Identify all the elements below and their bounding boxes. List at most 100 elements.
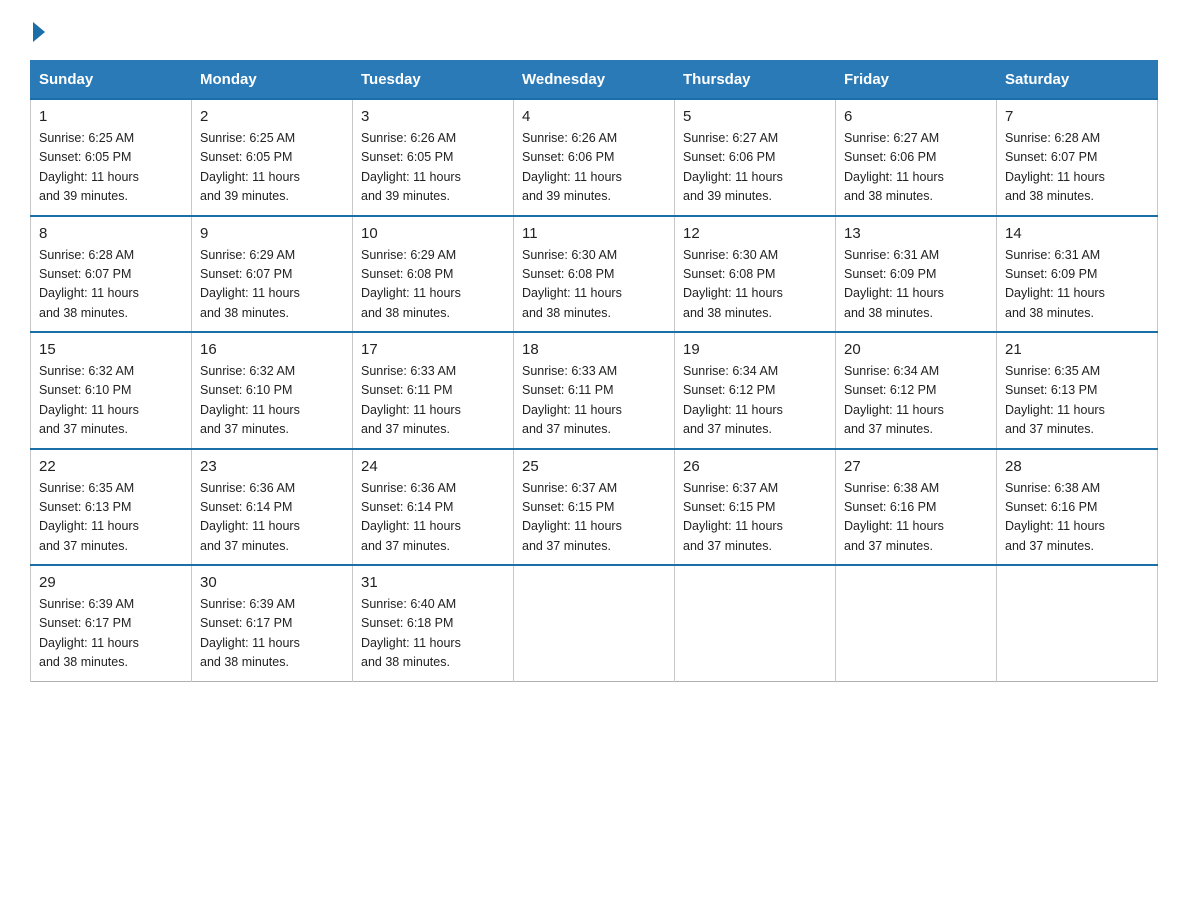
day-info: Sunrise: 6:27 AMSunset: 6:06 PMDaylight:… xyxy=(844,129,988,207)
calendar-cell: 27 Sunrise: 6:38 AMSunset: 6:16 PMDaylig… xyxy=(836,449,997,566)
calendar-cell: 19 Sunrise: 6:34 AMSunset: 6:12 PMDaylig… xyxy=(675,332,836,449)
calendar-cell: 28 Sunrise: 6:38 AMSunset: 6:16 PMDaylig… xyxy=(997,449,1158,566)
day-number: 2 xyxy=(200,108,344,125)
day-info: Sunrise: 6:40 AMSunset: 6:18 PMDaylight:… xyxy=(361,595,505,673)
day-number: 19 xyxy=(683,341,827,358)
day-number: 28 xyxy=(1005,458,1149,475)
calendar-cell: 10 Sunrise: 6:29 AMSunset: 6:08 PMDaylig… xyxy=(353,216,514,333)
header-wednesday: Wednesday xyxy=(514,61,675,100)
calendar-cell: 30 Sunrise: 6:39 AMSunset: 6:17 PMDaylig… xyxy=(192,565,353,681)
logo xyxy=(30,20,45,42)
day-info: Sunrise: 6:35 AMSunset: 6:13 PMDaylight:… xyxy=(39,479,183,557)
day-info: Sunrise: 6:33 AMSunset: 6:11 PMDaylight:… xyxy=(522,362,666,440)
day-info: Sunrise: 6:39 AMSunset: 6:17 PMDaylight:… xyxy=(200,595,344,673)
calendar-cell: 20 Sunrise: 6:34 AMSunset: 6:12 PMDaylig… xyxy=(836,332,997,449)
calendar-cell: 15 Sunrise: 6:32 AMSunset: 6:10 PMDaylig… xyxy=(31,332,192,449)
day-number: 31 xyxy=(361,574,505,591)
calendar-cell: 2 Sunrise: 6:25 AMSunset: 6:05 PMDayligh… xyxy=(192,99,353,216)
calendar-cell: 9 Sunrise: 6:29 AMSunset: 6:07 PMDayligh… xyxy=(192,216,353,333)
day-number: 27 xyxy=(844,458,988,475)
day-number: 10 xyxy=(361,225,505,242)
day-number: 4 xyxy=(522,108,666,125)
day-number: 1 xyxy=(39,108,183,125)
calendar-week-2: 8 Sunrise: 6:28 AMSunset: 6:07 PMDayligh… xyxy=(31,216,1158,333)
calendar-cell: 3 Sunrise: 6:26 AMSunset: 6:05 PMDayligh… xyxy=(353,99,514,216)
day-number: 26 xyxy=(683,458,827,475)
calendar-cell xyxy=(675,565,836,681)
day-number: 15 xyxy=(39,341,183,358)
header-tuesday: Tuesday xyxy=(353,61,514,100)
calendar-cell: 22 Sunrise: 6:35 AMSunset: 6:13 PMDaylig… xyxy=(31,449,192,566)
calendar-cell: 1 Sunrise: 6:25 AMSunset: 6:05 PMDayligh… xyxy=(31,99,192,216)
calendar-cell: 25 Sunrise: 6:37 AMSunset: 6:15 PMDaylig… xyxy=(514,449,675,566)
day-info: Sunrise: 6:26 AMSunset: 6:05 PMDaylight:… xyxy=(361,129,505,207)
day-number: 12 xyxy=(683,225,827,242)
day-number: 25 xyxy=(522,458,666,475)
day-number: 14 xyxy=(1005,225,1149,242)
day-info: Sunrise: 6:37 AMSunset: 6:15 PMDaylight:… xyxy=(522,479,666,557)
calendar-week-3: 15 Sunrise: 6:32 AMSunset: 6:10 PMDaylig… xyxy=(31,332,1158,449)
calendar-cell: 6 Sunrise: 6:27 AMSunset: 6:06 PMDayligh… xyxy=(836,99,997,216)
day-info: Sunrise: 6:37 AMSunset: 6:15 PMDaylight:… xyxy=(683,479,827,557)
day-number: 23 xyxy=(200,458,344,475)
calendar-cell: 21 Sunrise: 6:35 AMSunset: 6:13 PMDaylig… xyxy=(997,332,1158,449)
day-info: Sunrise: 6:32 AMSunset: 6:10 PMDaylight:… xyxy=(39,362,183,440)
calendar-week-1: 1 Sunrise: 6:25 AMSunset: 6:05 PMDayligh… xyxy=(31,99,1158,216)
calendar-cell: 16 Sunrise: 6:32 AMSunset: 6:10 PMDaylig… xyxy=(192,332,353,449)
calendar-cell: 23 Sunrise: 6:36 AMSunset: 6:14 PMDaylig… xyxy=(192,449,353,566)
calendar-cell: 13 Sunrise: 6:31 AMSunset: 6:09 PMDaylig… xyxy=(836,216,997,333)
day-number: 3 xyxy=(361,108,505,125)
calendar-table: SundayMondayTuesdayWednesdayThursdayFrid… xyxy=(30,60,1158,682)
header-monday: Monday xyxy=(192,61,353,100)
day-info: Sunrise: 6:31 AMSunset: 6:09 PMDaylight:… xyxy=(1005,246,1149,324)
day-info: Sunrise: 6:30 AMSunset: 6:08 PMDaylight:… xyxy=(522,246,666,324)
header-thursday: Thursday xyxy=(675,61,836,100)
calendar-cell: 7 Sunrise: 6:28 AMSunset: 6:07 PMDayligh… xyxy=(997,99,1158,216)
day-info: Sunrise: 6:39 AMSunset: 6:17 PMDaylight:… xyxy=(39,595,183,673)
calendar-week-4: 22 Sunrise: 6:35 AMSunset: 6:13 PMDaylig… xyxy=(31,449,1158,566)
day-number: 7 xyxy=(1005,108,1149,125)
day-info: Sunrise: 6:29 AMSunset: 6:07 PMDaylight:… xyxy=(200,246,344,324)
day-number: 29 xyxy=(39,574,183,591)
day-number: 6 xyxy=(844,108,988,125)
calendar-cell xyxy=(836,565,997,681)
day-number: 30 xyxy=(200,574,344,591)
logo-arrow-icon xyxy=(33,22,45,42)
day-number: 21 xyxy=(1005,341,1149,358)
day-number: 17 xyxy=(361,341,505,358)
calendar-cell: 8 Sunrise: 6:28 AMSunset: 6:07 PMDayligh… xyxy=(31,216,192,333)
calendar-cell: 26 Sunrise: 6:37 AMSunset: 6:15 PMDaylig… xyxy=(675,449,836,566)
day-info: Sunrise: 6:28 AMSunset: 6:07 PMDaylight:… xyxy=(39,246,183,324)
day-number: 9 xyxy=(200,225,344,242)
day-info: Sunrise: 6:30 AMSunset: 6:08 PMDaylight:… xyxy=(683,246,827,324)
day-number: 13 xyxy=(844,225,988,242)
calendar-cell: 17 Sunrise: 6:33 AMSunset: 6:11 PMDaylig… xyxy=(353,332,514,449)
day-number: 24 xyxy=(361,458,505,475)
day-info: Sunrise: 6:34 AMSunset: 6:12 PMDaylight:… xyxy=(844,362,988,440)
header-sunday: Sunday xyxy=(31,61,192,100)
day-number: 5 xyxy=(683,108,827,125)
day-info: Sunrise: 6:38 AMSunset: 6:16 PMDaylight:… xyxy=(1005,479,1149,557)
calendar-header-row: SundayMondayTuesdayWednesdayThursdayFrid… xyxy=(31,61,1158,100)
day-info: Sunrise: 6:36 AMSunset: 6:14 PMDaylight:… xyxy=(200,479,344,557)
header-friday: Friday xyxy=(836,61,997,100)
day-number: 8 xyxy=(39,225,183,242)
calendar-cell: 29 Sunrise: 6:39 AMSunset: 6:17 PMDaylig… xyxy=(31,565,192,681)
page-header xyxy=(30,20,1158,42)
day-number: 11 xyxy=(522,225,666,242)
day-info: Sunrise: 6:25 AMSunset: 6:05 PMDaylight:… xyxy=(200,129,344,207)
calendar-week-5: 29 Sunrise: 6:39 AMSunset: 6:17 PMDaylig… xyxy=(31,565,1158,681)
calendar-cell: 12 Sunrise: 6:30 AMSunset: 6:08 PMDaylig… xyxy=(675,216,836,333)
day-info: Sunrise: 6:35 AMSunset: 6:13 PMDaylight:… xyxy=(1005,362,1149,440)
day-number: 22 xyxy=(39,458,183,475)
header-saturday: Saturday xyxy=(997,61,1158,100)
day-info: Sunrise: 6:38 AMSunset: 6:16 PMDaylight:… xyxy=(844,479,988,557)
day-info: Sunrise: 6:27 AMSunset: 6:06 PMDaylight:… xyxy=(683,129,827,207)
calendar-cell: 4 Sunrise: 6:26 AMSunset: 6:06 PMDayligh… xyxy=(514,99,675,216)
day-number: 20 xyxy=(844,341,988,358)
day-number: 16 xyxy=(200,341,344,358)
calendar-cell: 5 Sunrise: 6:27 AMSunset: 6:06 PMDayligh… xyxy=(675,99,836,216)
day-info: Sunrise: 6:32 AMSunset: 6:10 PMDaylight:… xyxy=(200,362,344,440)
day-number: 18 xyxy=(522,341,666,358)
calendar-cell: 18 Sunrise: 6:33 AMSunset: 6:11 PMDaylig… xyxy=(514,332,675,449)
